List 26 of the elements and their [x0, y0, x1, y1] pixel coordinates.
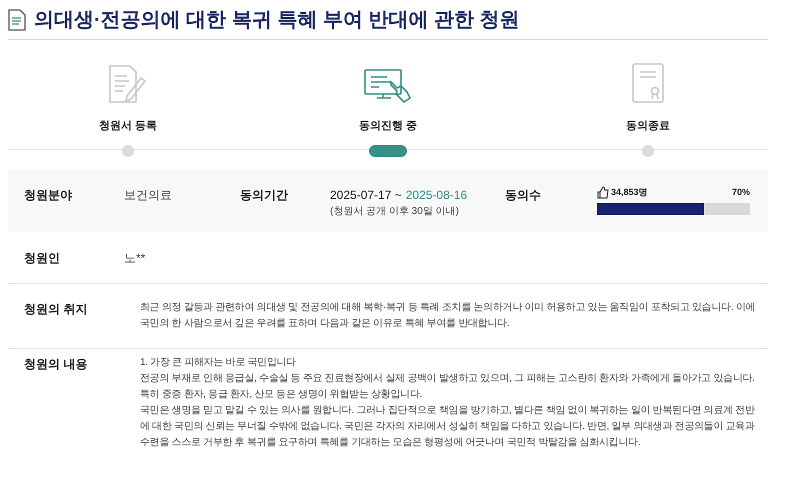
purpose-text: 최근 의정 갈등과 관련하여 의대생 및 전공의에 대해 복학·복귀 등 특례 조치를 논의하거나 이미 허용하고 있는 움직임이 포착되고 있습니다. 이에 국민의 한 사람으로서 깊은 우려를 표하며 다음과 같은 이유로 특혜 부여를 반대합니다. [140, 301, 756, 331]
certificate-icon [631, 62, 665, 104]
consent-label: 동의수 [505, 187, 542, 204]
consent-percent: 70% [732, 186, 750, 199]
field-value: 보건의료 [124, 187, 173, 204]
petitioner-value: 노** [124, 250, 146, 266]
step-label: 청원서 등록 [98, 119, 158, 134]
period-label: 동의기간 [240, 187, 289, 204]
petitioner-label: 청원인 [23, 250, 61, 266]
document-icon [8, 8, 26, 30]
content-label: 청원의 내용 [23, 356, 88, 373]
content-paragraph: 국민은 생명을 믿고 맡길 수 있는 의사를 원합니다. 그러나 집단적으로 책임을 방기하고, 별다른 책임 없이 복귀하는 일이 반복된다면 의료계 전반에 대한 국민의 신뢰는 무너질 수밖에 없습니다. 국민은 각자의 자리에서 성실히 책임을 다하고 있습니다. 반면, 일부 의대생과 전공의들이 교육과 수련을 스스로 거부한 후 복귀를 요구하며 특혜를 기대하는 모습은 형평성에 어긋나며 국민적 박탈감을 심화시킵니다. [140, 404, 756, 450]
period-start: 2025-07-17 ~ [330, 187, 402, 204]
consent-count: 34,853명 [611, 186, 648, 199]
content-paragraph: 1. 가장 큰 피해자는 바로 국민입니다 [140, 356, 297, 370]
content-paragraph: 전공의 부재로 인해 응급실, 수술실 등 주요 진료현장에서 실제 공백이 발생하고 있으며, 그 피해는 고스란히 환자와 가족에게 돌아가고 있습니다. 특히 중증 환자, 응급 환자, 산모 등은 생명이 위협받는 상황입니다. [140, 372, 756, 402]
purpose-label: 청원의 취지 [23, 301, 88, 318]
monitor-hand-icon [363, 68, 413, 104]
step-label: 동의진행 중 [358, 119, 418, 134]
field-label: 청원분야 [23, 187, 73, 204]
step-label: 동의종료 [626, 119, 670, 134]
period-end: 2025-08-16 [406, 187, 468, 204]
period-note: (청원서 공개 이후 30일 이내) [330, 205, 460, 219]
document-pen-icon [107, 64, 149, 104]
petition-title: 의대생·전공의에 대한 복귀 특혜 부여 반대에 관한 청원 [34, 8, 520, 32]
thumbs-up-icon [597, 186, 609, 200]
